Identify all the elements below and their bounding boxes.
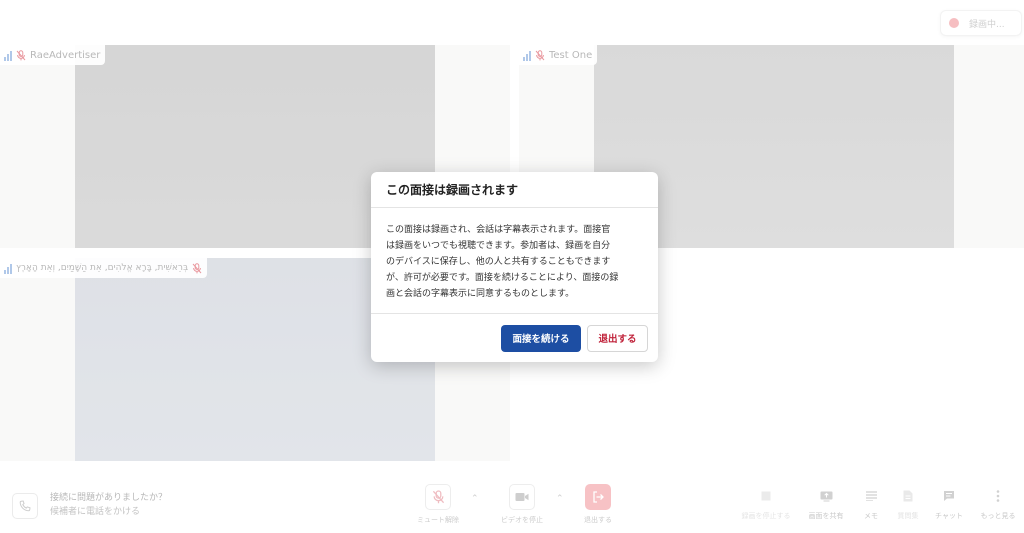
dialog-text-line: が、許可が必要です。面接を続けることにより、面接の録 xyxy=(386,273,619,283)
dialog-footer: 面接を続ける 退出する xyxy=(371,314,658,362)
dialog-body: この面接は録画され、会話は字幕表示されます。面接官 は録画をいつでも視聴できます… xyxy=(371,208,658,314)
continue-interview-button[interactable]: 面接を続ける xyxy=(501,324,581,352)
dialog-title: この面接は録画されます xyxy=(386,183,519,197)
recording-consent-dialog: この面接は録画されます この面接は録画され、会話は字幕表示されます。面接官 は録… xyxy=(371,172,658,362)
dialog-text-line: のデバイスに保存し、他の人と共有することもできます xyxy=(386,257,611,267)
leave-interview-button[interactable]: 退出する xyxy=(587,324,648,352)
dialog-text-line: この面接は録画され、会話は字幕表示されます。面接官 xyxy=(386,225,611,235)
dialog-text-line: は録画をいつでも視聴できます。参加者は、録画を自分 xyxy=(386,241,611,251)
dialog-text-line: 画と会話の字幕表示に同意するものとします。 xyxy=(386,289,575,299)
dialog-header: この面接は録画されます xyxy=(371,172,658,208)
